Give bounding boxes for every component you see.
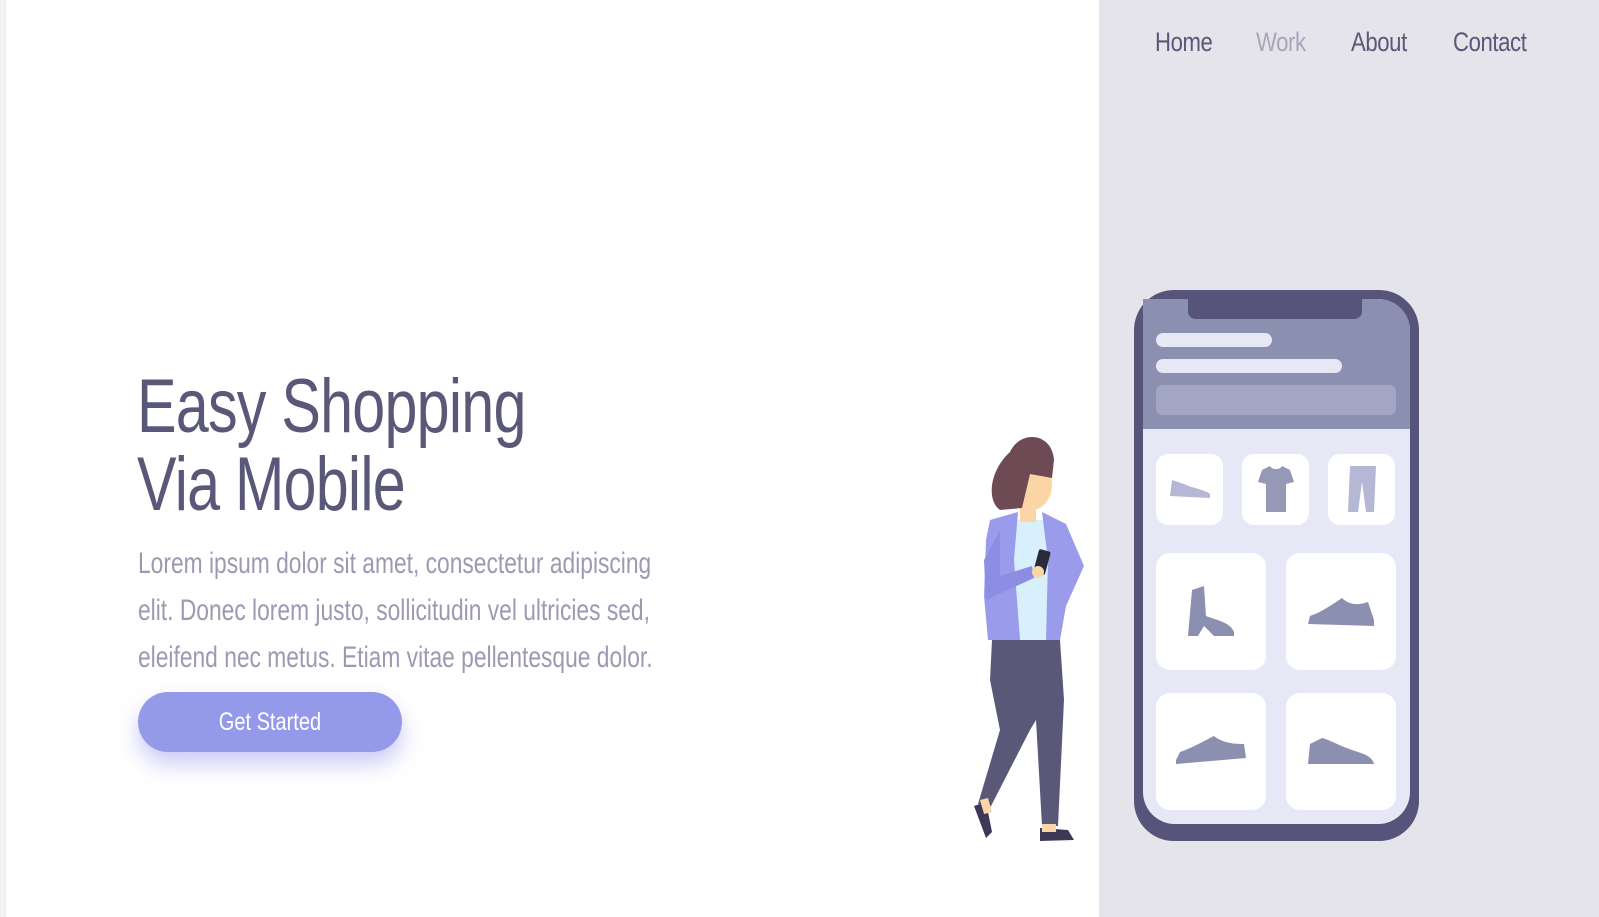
- phone-text-line-1: [1156, 333, 1272, 347]
- phone-search-bar: [1156, 385, 1396, 415]
- product-tile-1[interactable]: [1156, 553, 1266, 670]
- landing-page: Home Work About Contact Easy Shopping Vi…: [0, 0, 1599, 917]
- woman-figure: [974, 437, 1084, 841]
- shopping-illustration: [974, 290, 1419, 841]
- category-tile-pants[interactable]: [1328, 454, 1395, 525]
- woman-hand: [1032, 566, 1044, 578]
- phone-text-line-2: [1156, 359, 1342, 373]
- phone-mockup: [1134, 290, 1419, 841]
- phone-notch: [1188, 299, 1362, 319]
- woman-right-ankle: [1042, 824, 1056, 832]
- woman-legs: [978, 640, 1064, 826]
- woman-jacket-right: [1042, 512, 1084, 640]
